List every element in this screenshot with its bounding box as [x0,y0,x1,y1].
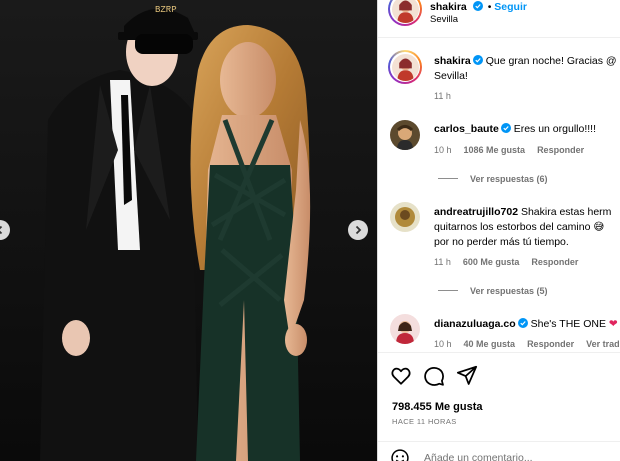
comment-2-line2: quitarnos los estorbos del camino 😅 [434,221,605,233]
reply-button[interactable]: Responder [537,145,584,155]
view-replies-button[interactable]: Ver respuestas (5) [438,286,548,296]
comment-text: Eres un orgullo!!!! [513,123,596,135]
author-avatar[interactable] [388,0,422,26]
verified-icon [472,55,483,65]
comment-avatar[interactable] [390,120,420,150]
verified-icon [473,1,484,11]
emoji-icon: 😅 [593,221,605,233]
cap-logo-text: BZRP [155,5,177,15]
verified-icon [500,123,511,133]
comment-2: andreatrujillo702 Shakira estas herm [434,206,611,218]
post-photo: BZRP [0,0,377,461]
comment-likes[interactable]: 1086 Me gusta [464,145,526,155]
chevron-right-icon [355,225,362,235]
comment-1: carlos_baute Eres un orgullo!!!! [434,123,596,135]
post-actions: 798.455 Me gusta HACE 11 HORAS Añade un … [378,352,620,461]
comment-time: 11 h [434,257,451,267]
caption-username[interactable]: shakira [434,55,471,67]
comment-username[interactable]: andreatrujillo702 [434,206,518,218]
next-photo-button[interactable] [348,220,368,240]
comment-username[interactable]: carlos_baute [434,123,499,135]
comment-text-line3: por no perder más tú tiempo. [434,236,569,248]
caption-text-line1: Que gran noche! Gracias @ [485,55,617,67]
follow-button[interactable]: Seguir [494,1,527,13]
caption: shakira Que gran noche! Gracias @ [434,55,617,67]
view-replies-button[interactable]: Ver respuestas (6) [438,174,548,184]
post-timestamp: HACE 11 HORAS [392,417,457,426]
comment-icon [424,367,444,386]
post-location[interactable]: Sevilla [430,14,458,25]
reply-button[interactable]: Responder [531,257,578,267]
verified-icon [517,318,528,328]
add-comment-bar: Añade un comentario... [378,441,620,461]
heart-emoji-icon: ❤ [608,318,618,330]
reply-button[interactable]: Responder [527,339,574,349]
caption-text-line2: Sevilla! [434,70,468,82]
comment-time: 10 h [434,145,452,155]
divider [438,290,458,291]
author-username[interactable]: shakira [430,1,467,13]
comment-meta: 10 h 40 Me gusta Responder Ver trad [434,339,620,349]
post-header: shakira • Seguir Sevilla [378,0,620,38]
comment-avatar[interactable] [390,314,420,344]
caption-avatar[interactable] [388,50,422,84]
likes-count[interactable]: 798.455 Me gusta [392,401,483,413]
heart-icon [391,367,411,385]
comment-avatar[interactable] [390,202,420,232]
share-button[interactable] [456,364,478,386]
translate-button[interactable]: Ver trad [586,339,620,349]
chevron-left-icon [0,225,3,235]
comment-meta: 11 h 600 Me gusta Responder [434,257,590,267]
divider [438,178,458,179]
comment-text-line1: Shakira estas herm [520,206,612,218]
post-media[interactable]: BZRP [0,0,377,461]
comment-likes[interactable]: 40 Me gusta [464,339,516,349]
comment-username[interactable]: dianazuluaga.co [434,318,516,330]
post-side-panel: shakira • Seguir Sevilla shakira Que gra… [377,0,620,461]
like-button[interactable] [390,365,412,387]
caption-time: 11 h [434,91,451,101]
comment-3: dianazuluaga.co She's THE ONE ❤ [434,318,618,330]
comment-button[interactable] [423,365,445,387]
comment-input[interactable]: Añade un comentario... [424,452,533,461]
comment-time: 10 h [434,339,452,349]
emoji-icon[interactable] [390,448,410,461]
comment-meta: 10 h 1086 Me gusta Responder [434,145,596,155]
comment-text: She's THE ONE [530,318,606,330]
share-icon [456,365,478,385]
comment-likes[interactable]: 600 Me gusta [463,257,520,267]
